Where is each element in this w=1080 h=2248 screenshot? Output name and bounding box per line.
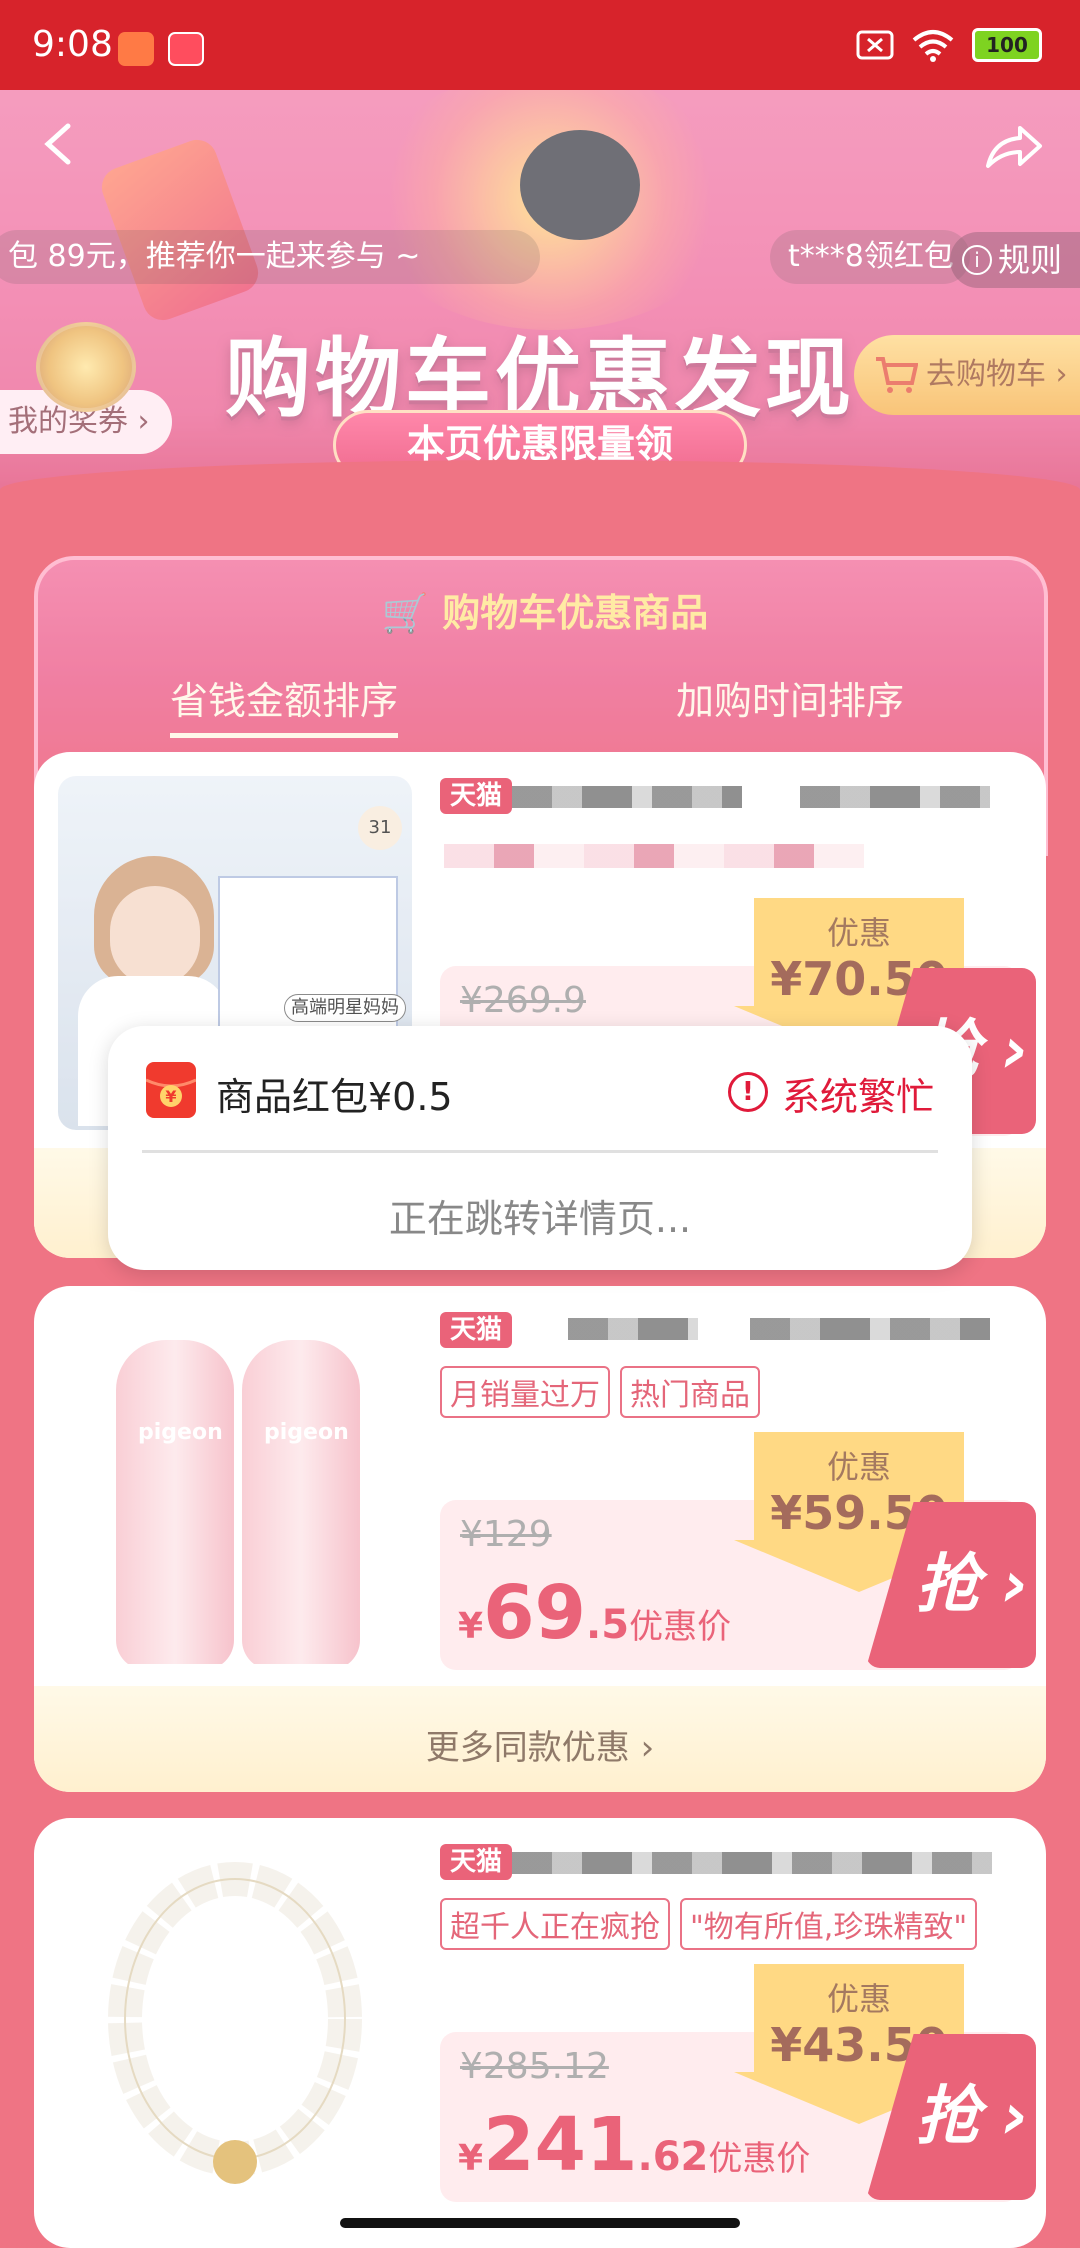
red-packet-icon: ¥ (146, 1062, 196, 1118)
battery-icon: 100 (972, 28, 1042, 62)
status-time: 9:08 (32, 24, 113, 65)
alert-icon: ! (727, 1072, 768, 1112)
notification-app-icon (118, 32, 154, 66)
status-icons: 100 (856, 28, 1042, 62)
toast-title: 商品红包¥0.5 (216, 1075, 453, 1119)
home-indicator[interactable] (340, 2218, 740, 2228)
sim-off-icon (856, 30, 894, 60)
wifi-icon (912, 30, 954, 62)
system-busy-label: 系统繁忙 (781, 1075, 934, 1119)
divider (142, 1150, 938, 1153)
redirect-message: 正在跳转详情页... (388, 1197, 692, 1241)
status-bar: 9:08 100 (0, 0, 1080, 90)
system-busy-status: ! 系统繁忙 (727, 1066, 934, 1121)
svg-text:¥: ¥ (165, 1087, 176, 1106)
notification-app-icon-2 (168, 32, 204, 66)
red-packet-toast: ¥ 商品红包¥0.5 ! 系统繁忙 正在跳转详情页... (108, 1026, 972, 1270)
